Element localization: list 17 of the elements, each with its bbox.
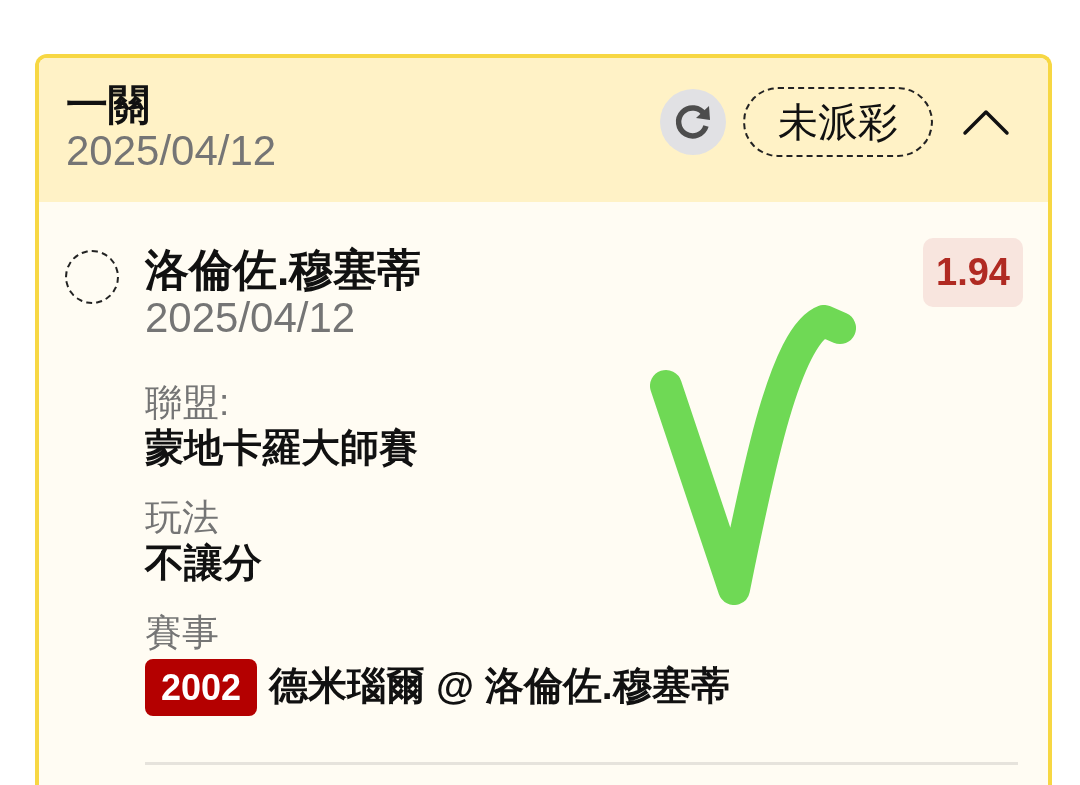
radio-button[interactable] (65, 250, 119, 304)
chevron-up-icon[interactable] (962, 108, 1010, 136)
field-label: 玩法 (145, 496, 219, 540)
selection-date: 2025/04/12 (145, 295, 356, 341)
field-value: 不讓分 (145, 540, 262, 586)
bet-type-title: 一關 (66, 82, 150, 128)
hand-drawn-check-icon (650, 305, 856, 605)
status-label: 未派彩 (743, 87, 933, 157)
odds-value: 1.94 (923, 238, 1023, 307)
refresh-icon (673, 102, 713, 142)
selection-name: 洛倫佐.穆塞蒂 (145, 245, 422, 295)
field-label: 賽事 (145, 611, 219, 655)
field-label: 聯盟: (145, 381, 230, 425)
match-number: 2002 (145, 659, 258, 716)
bet-date: 2025/04/12 (66, 128, 277, 174)
field-value: 德米瑙爾 @ 洛倫佐.穆塞蒂 (269, 662, 730, 709)
field-value: 蒙地卡羅大師賽 (145, 425, 418, 471)
